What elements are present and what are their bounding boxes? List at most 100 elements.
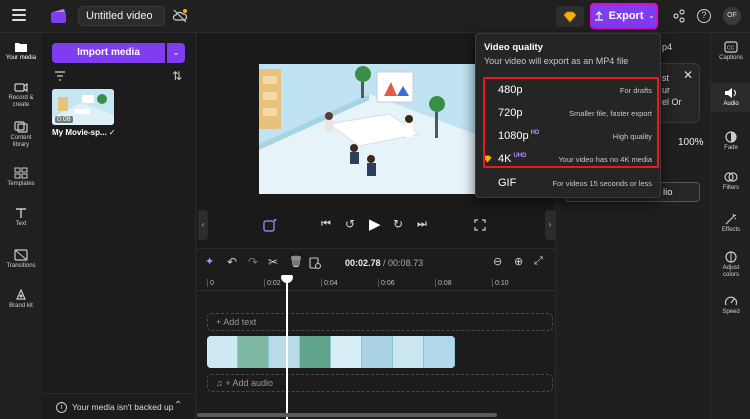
skip-to-end-icon[interactable]: ⏭ <box>417 218 427 231</box>
zoom-in-icon[interactable]: ⊕ <box>514 255 523 268</box>
nav-content-library[interactable]: Content library <box>0 121 42 149</box>
clipchamp-logo-icon <box>51 9 66 23</box>
menu-title: Video quality <box>484 42 543 53</box>
transitions-icon <box>14 249 28 261</box>
video-preview[interactable] <box>259 64 475 194</box>
folder-icon <box>15 43 27 52</box>
speed-icon <box>724 296 738 306</box>
clip-frame <box>362 336 393 368</box>
timeline-scrollbar[interactable] <box>197 413 497 417</box>
nav-text[interactable]: Text <box>0 207 42 228</box>
svg-text:CC: CC <box>727 46 735 52</box>
nav-templates[interactable]: Templates <box>0 167 42 188</box>
nav-transitions[interactable]: Transitions <box>0 249 42 270</box>
export-label: Export <box>608 10 644 22</box>
rail-audio[interactable]: Audio <box>711 83 750 112</box>
timeline: ✦ ↶ ↷ ✂ 🗑 00:02.78 / 00:08.73 ⊖ ⊕ ⤢ 0 0:… <box>197 248 555 419</box>
nav-record-create[interactable]: Record & create <box>0 81 42 109</box>
cloud-sync-off-icon[interactable] <box>172 8 188 24</box>
filter-icon[interactable] <box>54 71 66 81</box>
import-options-chevron-icon[interactable]: ⌄ <box>167 43 185 63</box>
option-label: GIF <box>498 177 517 189</box>
music-note-icon: ♫ <box>216 378 223 388</box>
nav-your-media[interactable]: Your media <box>0 41 42 62</box>
captions-icon: CC <box>724 41 738 53</box>
clip-frame <box>300 336 331 368</box>
close-icon[interactable]: ✕ <box>683 68 693 82</box>
nav-brand-kit[interactable]: Brand kit <box>0 289 42 310</box>
magic-enhance-icon[interactable] <box>263 218 277 232</box>
templates-icon <box>14 167 28 179</box>
tick-label: 0:08 <box>438 280 452 287</box>
share-icon[interactable] <box>672 9 686 23</box>
rail-speed[interactable]: Speed <box>711 295 750 316</box>
playhead[interactable] <box>286 277 288 419</box>
left-navigation: Your media Record & create Content library… <box>0 33 42 419</box>
fade-icon <box>725 131 737 143</box>
volume-value: 100% <box>678 137 704 148</box>
add-to-clip-icon[interactable] <box>309 257 321 269</box>
help-icon[interactable]: ? <box>697 9 711 23</box>
option-gif[interactable]: GIF For videos 15 seconds or less <box>476 173 660 195</box>
fullscreen-icon[interactable] <box>474 219 486 231</box>
collapse-right-panel-button[interactable]: › <box>545 210 555 240</box>
avatar[interactable]: OF <box>723 7 741 25</box>
rail-adjust-colors[interactable]: Adjust colors <box>711 251 750 279</box>
highlight-box <box>483 77 659 168</box>
tick-label: 0:06 <box>381 280 395 287</box>
add-audio-track[interactable]: ♫ + Add audio <box>207 374 553 392</box>
skip-to-start-icon[interactable]: ⏮ <box>321 218 331 231</box>
rail-captions[interactable]: CC Captions <box>711 41 750 62</box>
library-icon <box>14 121 28 133</box>
rail-filters[interactable]: Filters <box>711 171 750 192</box>
player-controls: ⏮ ↺ ▶ ↻ ⏭ <box>197 214 545 238</box>
tick-label: 0:04 <box>324 280 338 287</box>
info-icon: i <box>56 402 67 413</box>
rewind-5s-icon[interactable]: ↺ <box>345 217 355 231</box>
forward-5s-icon[interactable]: ↻ <box>393 217 403 231</box>
text-icon <box>16 208 26 218</box>
props-fragment: ur <box>662 85 671 95</box>
top-bar: Untitled video Export ⌄ ? OF <box>0 0 750 33</box>
clip-frame <box>269 336 300 368</box>
clip-frame <box>238 336 269 368</box>
import-media-button[interactable]: Import media <box>52 43 165 63</box>
undo-icon[interactable]: ↶ <box>227 255 237 269</box>
media-item-name: My Movie-sp... ✓ <box>52 128 116 137</box>
tick-label: 0:02 <box>267 280 281 287</box>
redo-icon[interactable]: ↷ <box>248 255 258 269</box>
sort-icon[interactable]: ⇅ <box>172 69 186 83</box>
timeline-ruler[interactable]: 0 0:02 0:04 0:06 0:08 0:10 <box>197 277 555 291</box>
tick-label: 0 <box>210 280 214 287</box>
media-thumbnail[interactable]: 0:08 <box>52 89 114 125</box>
chevron-down-icon: ⌄ <box>648 13 655 20</box>
media-panel: Import media ⌄ ⇅ 0:08 My Movie-sp... ✓ i… <box>42 33 196 419</box>
export-button[interactable]: Export ⌄ <box>590 3 658 29</box>
menu-subtitle: Your video will export as an MP4 file <box>484 56 629 66</box>
add-text-track[interactable]: + Add text <box>207 313 553 331</box>
upload-icon <box>594 11 603 21</box>
video-clip[interactable] <box>207 336 455 368</box>
delete-icon[interactable]: 🗑 <box>289 255 303 268</box>
hamburger-menu-icon[interactable] <box>12 9 26 21</box>
rail-fade[interactable]: Fade <box>711 131 750 152</box>
video-preview-image <box>259 64 475 194</box>
effects-icon <box>725 213 737 225</box>
split-scissors-icon[interactable]: ✂ <box>268 255 278 269</box>
magic-tool-icon[interactable]: ✦ <box>205 255 214 268</box>
backup-status-bar[interactable]: i Your media isn't backed up ⌃ <box>42 393 196 419</box>
play-icon[interactable]: ▶ <box>369 215 381 233</box>
tick-label: 0:10 <box>495 280 509 287</box>
option-desc: For videos 15 seconds or less <box>552 179 652 188</box>
timeline-toolbar: ✦ ↶ ↷ ✂ 🗑 00:02.78 / 00:08.73 ⊖ ⊕ ⤢ <box>197 249 555 275</box>
backup-text: Your media isn't backed up <box>72 402 174 412</box>
chevron-up-icon[interactable]: ⌃ <box>174 400 182 411</box>
fit-to-screen-icon[interactable]: ⤢ <box>534 255 543 268</box>
gem-icon <box>563 11 577 23</box>
props-fragment: st <box>662 73 670 83</box>
zoom-out-icon[interactable]: ⊖ <box>493 255 502 268</box>
clip-frame <box>331 336 362 368</box>
rail-effects[interactable]: Effects <box>711 213 750 234</box>
premium-gem-button[interactable] <box>556 6 584 27</box>
project-title-input[interactable]: Untitled video <box>78 6 165 26</box>
